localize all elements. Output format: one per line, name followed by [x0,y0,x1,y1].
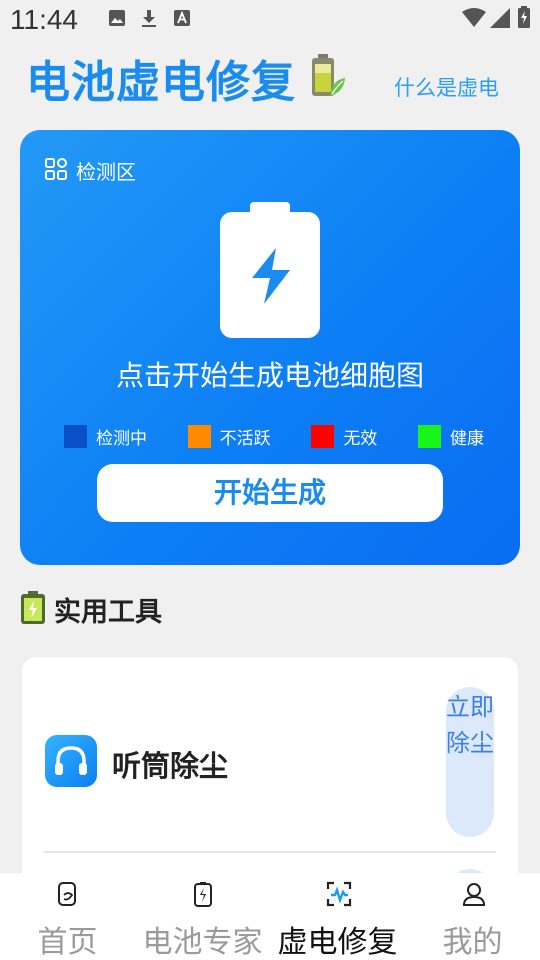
battery-icon [518,6,530,32]
legend-item-detecting: 检测中 [64,424,147,449]
nav-item-virtual-repair[interactable]: 虚电修复 [270,873,405,960]
what-is-virtual-power-link[interactable]: 什么是虚电 [394,72,499,102]
image-icon [108,9,126,31]
status-bar: 11:44 [0,0,540,40]
download-icon [140,9,158,33]
generate-prompt: 点击开始生成电池细胞图 [115,359,424,392]
scan-repair-icon [326,881,352,911]
detection-card: 检测区 点击开始生成电池细胞图 检测中 不活跃 无效 健康 开始生成 [20,130,520,565]
a-box-icon [173,9,191,31]
detection-header: 检测区 [44,156,136,185]
battery-leaf-icon [310,52,346,104]
legend-swatch [187,425,211,448]
nav-item-battery-expert[interactable]: 电池专家 [135,873,270,960]
grid-apps-icon [44,157,68,185]
nav-label: 电池专家 [142,925,263,960]
nav-item-profile[interactable]: 我的 [405,873,540,960]
tool-row-earpiece-dust: 听筒除尘 立即除尘 [22,657,518,852]
detection-label: 检测区 [76,160,136,184]
legend-item-invalid: 无效 [311,424,377,449]
battery-charge-icon [191,881,215,911]
legend-label: 检测中 [96,429,147,449]
legend-swatch [417,425,441,448]
bottom-nav: 首页 电池专家 虚电修复 我的 [0,873,540,960]
signal-icon [490,8,510,32]
status-time: 11:44 [10,4,78,35]
section-title: 实用工具 [54,597,162,628]
nav-label: 首页 [37,925,98,960]
nav-item-home[interactable]: 首页 [0,873,135,960]
profile-icon [461,881,487,911]
divider [44,851,496,853]
legend-label: 健康 [449,429,484,449]
legend: 检测中 不活跃 无效 健康 [64,424,484,449]
legend-swatch [311,425,335,448]
tool-name: 听筒除尘 [112,749,229,783]
nav-label: 我的 [442,925,503,960]
battery-bolt-icon [220,200,320,344]
dust-now-button[interactable]: 立即除尘 [446,687,494,837]
legend-label: 不活跃 [219,429,271,449]
headphones-icon [45,735,97,787]
legend-item-healthy: 健康 [417,424,484,449]
legend-item-inactive: 不活跃 [187,424,271,449]
wifi-icon [462,8,486,32]
battery-tool-icon [20,590,46,629]
start-generate-button[interactable]: 开始生成 [97,464,443,522]
legend-label: 无效 [343,429,378,449]
nav-label: 虚电修复 [277,925,398,960]
legend-swatch [64,425,87,448]
tools-section-header: 实用工具 [20,590,162,629]
page-title: 电池虚电修复 [26,57,296,108]
home-icon [56,881,80,911]
